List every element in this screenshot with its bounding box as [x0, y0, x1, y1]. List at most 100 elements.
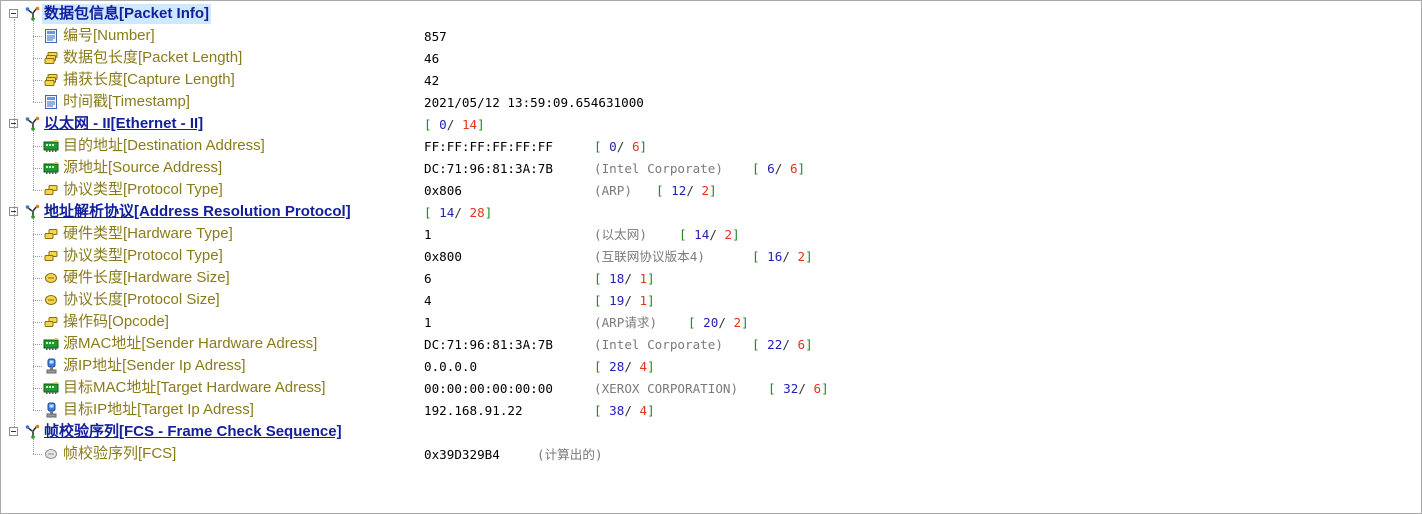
byte-range: [ 38/ 4]: [594, 401, 655, 421]
range-open-bracket: [: [768, 381, 784, 396]
mac-icon: [43, 380, 59, 396]
field-value: 42: [424, 73, 440, 88]
range-offset: 38: [609, 403, 625, 418]
field-annotation: (Intel Corporate): [594, 337, 723, 352]
field-value: FF:FF:FF:FF:FF:FF: [424, 139, 553, 154]
field-label: 数据包长度[Packet Length]: [63, 49, 243, 66]
field-value: 4: [424, 293, 432, 308]
collapse-toggle[interactable]: [9, 9, 18, 18]
field-value: 1: [424, 315, 432, 330]
range-open-bracket: [: [679, 227, 695, 242]
mac-icon: [43, 138, 59, 154]
range-offset: 18: [609, 271, 625, 286]
tree-connector: [33, 168, 42, 169]
field-row-fcs[interactable]: 帧校验序列[FCS] 0x39D329B4 (计算出的): [1, 443, 1421, 465]
tree-connector: [33, 300, 42, 301]
field-row-number[interactable]: 编号[Number] 857: [1, 25, 1421, 47]
ip-icon: [43, 402, 59, 418]
field-row-timestamp[interactable]: 时间戳[Timestamp] 2021/05/12 13:59:09.654631…: [1, 91, 1421, 113]
range-close-bracket: ]: [484, 205, 493, 220]
byte-range: [ 32/ 6]: [768, 379, 829, 399]
range-length: 4: [639, 359, 648, 374]
range-offset: 28: [609, 359, 625, 374]
field-row-hardware-size[interactable]: 硬件长度[Hardware Size] 6 [ 18/ 1]: [1, 267, 1421, 289]
section-title[interactable]: 数据包信息[Packet Info]: [42, 4, 212, 24]
byte-range: [ 6/ 6]: [752, 159, 805, 179]
field-row-sender-ip[interactable]: 源IP地址[Sender Ip Adress] 0.0.0.0 [ 28/ 4]: [1, 355, 1421, 377]
range-separator: /: [454, 205, 470, 220]
field-label: 目标MAC地址[Target Hardware Adress]: [63, 379, 326, 396]
field-annotation: (ARP请求): [594, 315, 658, 330]
tree-connector: [33, 410, 42, 411]
range-close-bracket: ]: [647, 271, 655, 286]
field-label: 捕获长度[Capture Length]: [63, 71, 235, 88]
field-row-opcode[interactable]: 操作码[Opcode] 1 (ARP请求) [ 20/ 2]: [1, 311, 1421, 333]
field-label: 目的地址[Destination Address]: [63, 137, 265, 154]
field-label: 目标IP地址[Target Ip Adress]: [63, 401, 254, 418]
word-icon: [43, 314, 59, 330]
field-row-capture-length[interactable]: 捕获长度[Capture Length] 42: [1, 69, 1421, 91]
field-row-destination-address[interactable]: 目的地址[Destination Address] FF:FF:FF:FF:FF:…: [1, 135, 1421, 157]
ip-icon: [43, 358, 59, 374]
tree-section-fcs[interactable]: 帧校验序列[FCS - Frame Check Sequence]: [1, 421, 1421, 443]
field-row-protocol-size[interactable]: 协议长度[Protocol Size] 4 [ 19/ 1]: [1, 289, 1421, 311]
field-row-eth-protocol-type[interactable]: 协议类型[Protocol Type] 0x806 (ARP) [ 12/ 2]: [1, 179, 1421, 201]
field-label: 源MAC地址[Sender Hardware Adress]: [63, 335, 318, 352]
field-value: 0x800: [424, 249, 462, 264]
range-length: 6: [797, 337, 806, 352]
range-separator: /: [774, 161, 790, 176]
range-close-bracket: ]: [805, 249, 813, 264]
field-value: 00:00:00:00:00:00: [424, 381, 553, 396]
tree-connector: [33, 234, 42, 235]
word-icon: [43, 226, 59, 242]
range-close-bracket: ]: [709, 183, 717, 198]
range-offset: 22: [767, 337, 783, 352]
field-row-target-ip[interactable]: 目标IP地址[Target Ip Adress] 192.168.91.22 [ 3…: [1, 399, 1421, 421]
byte-range: [ 28/ 4]: [594, 357, 655, 377]
field-row-source-address[interactable]: 源地址[Source Address] DC:71:96:81:3A:7B (Int…: [1, 157, 1421, 179]
field-row-sender-mac[interactable]: 源MAC地址[Sender Hardware Adress] DC:71:96:8…: [1, 333, 1421, 355]
byte-icon: [43, 270, 59, 286]
section-title[interactable]: 以太网 - II[Ethernet - II]: [44, 114, 203, 134]
range-offset: 16: [767, 249, 783, 264]
range-open-bracket: [: [424, 117, 440, 132]
field-annotation: (以太网): [594, 227, 647, 242]
range-length: 2: [724, 227, 733, 242]
range-offset: 0: [609, 139, 617, 154]
tree-branch-line: [33, 438, 34, 454]
tree-connector: [33, 388, 42, 389]
byte-range: [ 0/ 14]: [424, 115, 485, 135]
tree-section-packet-info[interactable]: 数据包信息[Packet Info]: [1, 3, 1421, 25]
tree-connector: [33, 102, 42, 103]
byte-range: [ 0/ 6]: [594, 137, 647, 157]
range-open-bracket: [: [594, 359, 610, 374]
field-label: 时间戳[Timestamp]: [63, 93, 190, 110]
field-row-arp-protocol-type[interactable]: 协议类型[Protocol Type] 0x800 (互联网协议版本4) [ 16/ …: [1, 245, 1421, 267]
range-offset: 20: [703, 315, 719, 330]
tree-connector: [33, 190, 42, 191]
field-annotation: (XEROX CORPORATION): [594, 381, 739, 396]
range-close-bracket: ]: [732, 227, 740, 242]
field-row-target-mac[interactable]: 目标MAC地址[Target Hardware Adress] 00:00:00:…: [1, 377, 1421, 399]
byte-icon: [43, 292, 59, 308]
tree-section-arp[interactable]: 地址解析协议[Address Resolution Protocol] [ 14/…: [1, 201, 1421, 223]
range-offset: 12: [671, 183, 687, 198]
collapse-toggle[interactable]: [9, 427, 18, 436]
range-open-bracket: [: [688, 315, 704, 330]
field-row-hardware-type[interactable]: 硬件类型[Hardware Type] 1 (以太网) [ 14/ 2]: [1, 223, 1421, 245]
field-annotation: (互联网协议版本4): [594, 249, 705, 264]
tree-section-ethernet[interactable]: 以太网 - II[Ethernet - II] [ 0/ 14]: [1, 113, 1421, 135]
tree-connector: [33, 366, 42, 367]
tree-connector: [33, 36, 42, 37]
range-separator: /: [686, 183, 702, 198]
field-label: 源IP地址[Sender Ip Adress]: [63, 357, 246, 374]
field-value: 0x806: [424, 183, 462, 198]
field-label: 编号[Number]: [63, 27, 155, 44]
field-row-packet-length[interactable]: 数据包长度[Packet Length] 46: [1, 47, 1421, 69]
field-value: DC:71:96:81:3A:7B: [424, 161, 553, 176]
range-length: 2: [797, 249, 806, 264]
section-title[interactable]: 地址解析协议[Address Resolution Protocol]: [44, 202, 351, 222]
tree-connector: [33, 80, 42, 81]
section-title[interactable]: 帧校验序列[FCS - Frame Check Sequence]: [44, 422, 342, 442]
range-close-bracket: ]: [647, 293, 655, 308]
